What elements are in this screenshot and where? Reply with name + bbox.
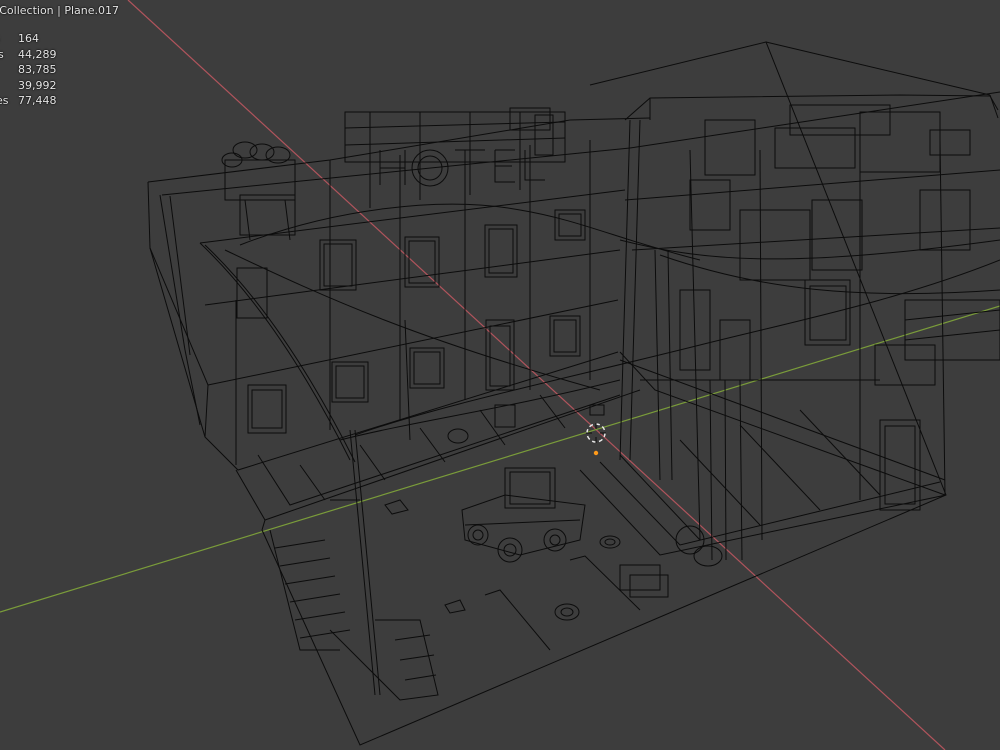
fire-escape-right — [874, 299, 1000, 386]
building-wireframe — [147, 41, 1000, 746]
3d-cursor-icon[interactable] — [586, 423, 606, 443]
ground-edge — [765, 41, 991, 96]
scaffold-columns — [619, 119, 743, 561]
rooftop-tank — [221, 141, 296, 241]
object-origin-icon — [593, 450, 599, 456]
3d-viewport[interactable]: ne Collection | Plane.017 s 164 s 44,289… — [0, 0, 1000, 750]
forklift-truck — [461, 467, 586, 563]
stairs-left — [269, 529, 439, 701]
rooftop-ac-units — [704, 104, 971, 176]
building-left — [147, 117, 651, 471]
ground-plane — [261, 41, 947, 746]
wireframe-scene[interactable] — [0, 0, 1000, 750]
y-axis-line — [0, 305, 1000, 613]
